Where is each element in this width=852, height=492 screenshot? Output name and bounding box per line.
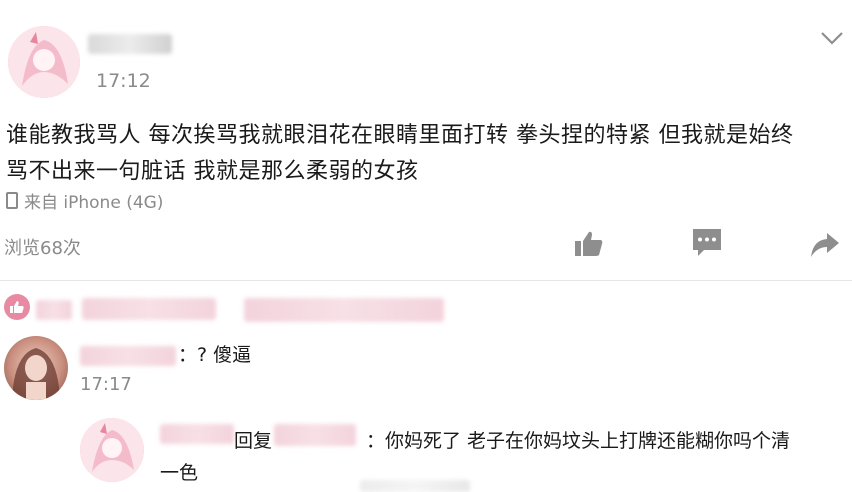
heart-badge-icon (4, 294, 30, 320)
post-text-line-2: 骂不出来一句脏话 我就是那么柔弱的女孩 (6, 159, 419, 184)
replier-avatar[interactable] (80, 418, 144, 482)
commenter-name-redacted (80, 346, 176, 366)
post-time: 17:12 (96, 70, 151, 92)
liked-by-names-redacted-3 (244, 298, 444, 322)
source-text: 来自 iPhone (4G) (24, 193, 164, 213)
comment-icon[interactable] (692, 228, 722, 262)
liked-by-names-redacted-1 (36, 300, 72, 320)
thumbs-up-icon[interactable] (574, 230, 604, 262)
reply-prefix: 回复 (234, 430, 273, 452)
comment-text: ：? 傻逼 (178, 344, 252, 366)
view-count: 浏览68次 (4, 238, 81, 259)
chevron-down-icon[interactable] (820, 30, 844, 50)
author-name-redacted (88, 34, 172, 54)
share-icon[interactable] (810, 232, 840, 262)
liked-by-names-redacted-2 (82, 298, 216, 320)
post-content: 谁能教我骂人 每次挨骂我就眼泪花在眼睛里面打转 拳头捏的特紧 但我就是始终 骂不… (6, 118, 848, 190)
watermark-redacted (360, 480, 470, 492)
phone-icon (6, 192, 18, 209)
reply-target-redacted (274, 424, 356, 446)
replier-name-redacted (160, 424, 234, 444)
commenter-avatar[interactable] (4, 336, 68, 400)
post-source: 来自 iPhone (4G) (6, 188, 163, 213)
comment-time: 17:17 (80, 374, 132, 395)
post-divider (0, 280, 852, 281)
reply-text-line-1: ：你妈死了 老子在你妈坟头上打牌还能糊你吗个清 (366, 430, 791, 452)
post-text-line-1: 谁能教我骂人 每次挨骂我就眼泪花在眼睛里面打转 拳头捏的特紧 但我就是始终 (6, 123, 794, 148)
reply-text-line-2: 一色 (160, 462, 199, 484)
author-avatar[interactable] (8, 26, 80, 98)
